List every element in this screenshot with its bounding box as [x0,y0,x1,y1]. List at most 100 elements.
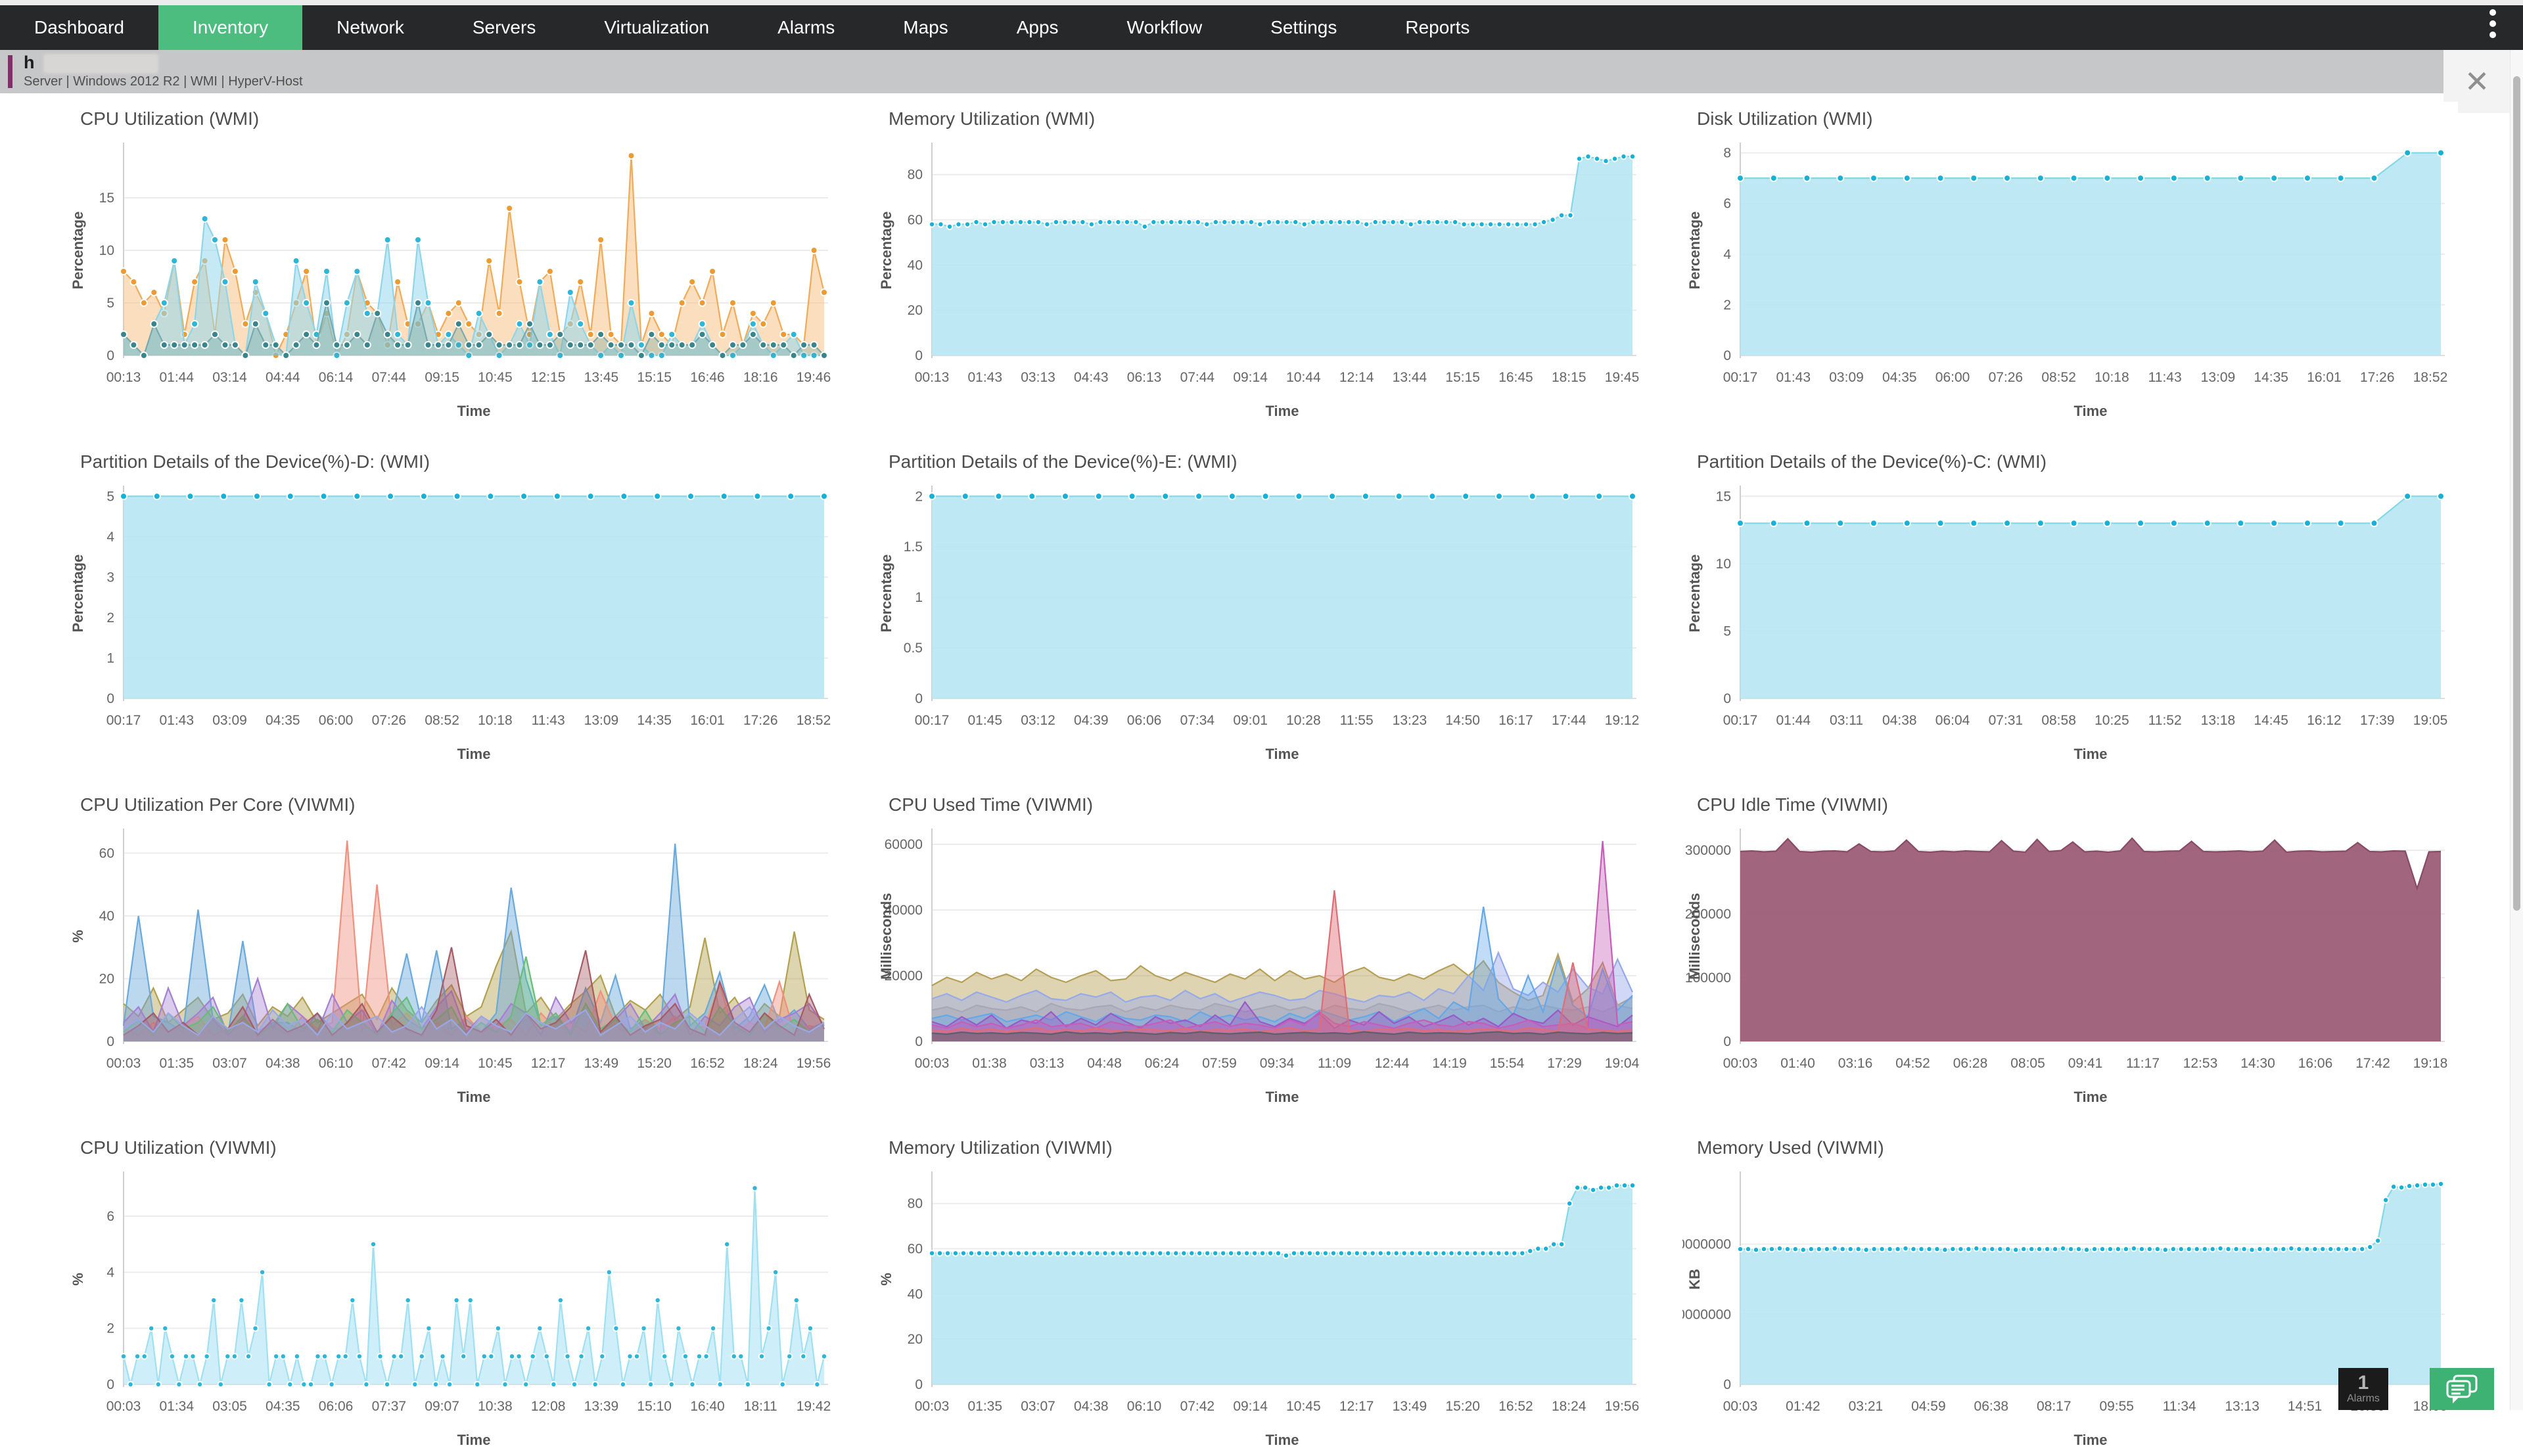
svg-text:Percentage: Percentage [878,212,894,290]
svg-text:04:59: 04:59 [1911,1399,1946,1414]
chart-plot-5[interactable]: 0 0.5 1 1.5 2 00:17 01:45 03:12 04:39 06:06 07:34 0… [874,478,1650,767]
svg-text:07:42: 07:42 [372,1056,407,1071]
svg-text:06:06: 06:06 [319,1399,354,1414]
svg-text:18:52: 18:52 [797,713,831,728]
close-icon: ✕ [2464,64,2490,99]
svg-text:14:51: 14:51 [2288,1399,2323,1414]
svg-text:01:35: 01:35 [967,1399,1002,1414]
svg-text:2: 2 [106,610,114,626]
scrollbar-thumb[interactable] [2513,76,2520,911]
svg-text:60: 60 [99,846,114,861]
svg-text:12:44: 12:44 [1375,1056,1410,1071]
chart-plot-8[interactable]: 020000400006000000:03 01:38 03:13 04:48 06:2… [874,821,1650,1110]
svg-text:04:35: 04:35 [266,713,300,728]
svg-text:4: 4 [106,530,114,545]
nav-item-inventory[interactable]: Inventory [158,5,303,50]
svg-text:0.5: 0.5 [904,641,923,656]
svg-text:01:38: 01:38 [972,1056,1007,1071]
chart-plot-10[interactable]: 0 2 4 6 00:03 01:34 03:05 04:35 06:06 07:37 09:07 1… [66,1164,841,1453]
svg-text:Time: Time [1266,403,1299,419]
svg-text:03:11: 03:11 [1830,713,1863,728]
svg-text:60: 60 [908,213,923,228]
svg-text:00:17: 00:17 [1723,370,1758,385]
chart-card-11: Memory Utilization (VIWMI) 0 20 40 60 80 00:03… [874,1131,1650,1448]
svg-text:Percentage: Percentage [70,555,86,633]
svg-text:17:26: 17:26 [743,713,778,728]
chart-plot-4[interactable]: 0 1 2 3 4 5 00:17 01:43 03:09 04:35 06:00 07:26 08:5… [66,478,841,767]
chart-plot-11[interactable]: 0 20 40 60 80 00:03 01:35 03:07 04:38 06:10 07:42 0… [874,1164,1650,1453]
svg-text:11:34: 11:34 [2163,1399,2196,1414]
svg-text:01:44: 01:44 [159,370,194,385]
svg-text:12:17: 12:17 [1339,1399,1374,1414]
svg-text:15:20: 15:20 [1445,1399,1480,1414]
scrollbar-track[interactable] [2510,50,2523,1410]
svg-text:0: 0 [106,1034,114,1049]
chart-title: Partition Details of the Device(%)-C: (W… [1697,451,2047,472]
chart-plot-3[interactable]: 0 2 4 6 8 00:17 01:43 03:09 04:35 06:00 07:26 08:52… [1682,135,2458,424]
svg-text:13:39: 13:39 [584,1399,619,1414]
svg-text:03:16: 03:16 [1838,1056,1873,1071]
svg-text:Percentage: Percentage [1686,212,1703,290]
chart-plot-1[interactable]: 0 5 10 15 00:13 01:44 03:14 04:44 06:14 07:44 09:1… [66,135,841,424]
svg-text:09:55: 09:55 [2099,1399,2134,1414]
chart-title: Partition Details of the Device(%)-D: (W… [80,451,430,472]
svg-text:20: 20 [908,303,923,318]
svg-text:01:40: 01:40 [1780,1056,1815,1071]
svg-text:12:08: 12:08 [531,1399,566,1414]
chart-plot-6[interactable]: 0 5 10 15 00:17 01:44 03:11 04:38 06:04 07:31 08:5… [1682,478,2458,767]
svg-text:8: 8 [1723,146,1731,161]
svg-text:06:14: 06:14 [319,370,354,385]
svg-text:0: 0 [915,1377,923,1392]
svg-text:04:43: 04:43 [1074,370,1109,385]
svg-text:03:09: 03:09 [212,713,247,728]
svg-text:5: 5 [106,489,114,504]
nav-item-dashboard[interactable]: Dashboard [0,5,158,50]
chart-card-1: CPU Utilization (WMI) 0 5 10 15 00:13 01:44 03:… [66,102,841,419]
svg-text:00:17: 00:17 [1723,713,1758,728]
svg-text:%: % [70,930,86,943]
svg-text:16:45: 16:45 [1498,370,1533,385]
nav-item-virtualization[interactable]: Virtualization [570,5,743,50]
svg-text:16:12: 16:12 [2307,713,2342,728]
chart-card-9: CPU Idle Time (VIWMI) 0 100000 200000 300000… [1682,788,2458,1105]
svg-text:01:44: 01:44 [1776,713,1811,728]
svg-text:00:03: 00:03 [106,1056,141,1071]
svg-text:20: 20 [908,1332,923,1347]
nav-item-servers[interactable]: Servers [438,5,570,50]
kebab-menu-icon[interactable] [2486,9,2499,38]
nav-item-apps[interactable]: Apps [983,5,1093,50]
svg-text:60: 60 [908,1242,923,1257]
svg-text:00:13: 00:13 [915,370,950,385]
svg-text:16:01: 16:01 [2307,370,2342,385]
svg-text:01:34: 01:34 [159,1399,194,1414]
alarm-badge[interactable]: 1 Alarms [2338,1368,2388,1410]
svg-text:11:55: 11:55 [1340,713,1374,728]
nav-item-workflow[interactable]: Workflow [1093,5,1237,50]
svg-text:14:45: 14:45 [2254,713,2288,728]
chart-title: Disk Utilization (WMI) [1697,108,1873,129]
svg-text:18:11: 18:11 [744,1399,777,1414]
nav-item-reports[interactable]: Reports [1371,5,1504,50]
svg-text:10: 10 [1716,557,1731,572]
svg-text:19:05: 19:05 [2413,713,2448,728]
chart-plot-2[interactable]: 0 20 40 60 80 00:13 01:43 03:13 04:43 06:13 07:44 0… [874,135,1650,424]
svg-text:16:52: 16:52 [1498,1399,1533,1414]
nav-item-settings[interactable]: Settings [1236,5,1371,50]
svg-text:10:18: 10:18 [2095,370,2129,385]
svg-text:09:01: 09:01 [1233,713,1268,728]
svg-text:01:42: 01:42 [1786,1399,1820,1414]
svg-text:13:18: 13:18 [2201,713,2236,728]
nav-item-maps[interactable]: Maps [869,5,982,50]
chart-card-3: Disk Utilization (WMI) 0 2 4 6 8 00:17 01:43 03:… [1682,102,2458,419]
svg-text:1.5: 1.5 [904,539,923,555]
nav-item-alarms[interactable]: Alarms [743,5,869,50]
chart-plot-9[interactable]: 010000020000030000000:03 01:40 03:16 04:52 0… [1682,821,2458,1110]
chart-plot-7[interactable]: 0 20 40 60 00:03 01:35 03:07 04:38 06:10 07:42 09:… [66,821,841,1110]
svg-text:17:39: 17:39 [2360,713,2395,728]
chat-button[interactable] [2430,1368,2494,1410]
device-title: h [24,53,35,72]
nav-item-network[interactable]: Network [302,5,438,50]
svg-text:Time: Time [457,746,491,762]
svg-text:1: 1 [915,590,923,605]
svg-text:19:56: 19:56 [797,1056,831,1071]
